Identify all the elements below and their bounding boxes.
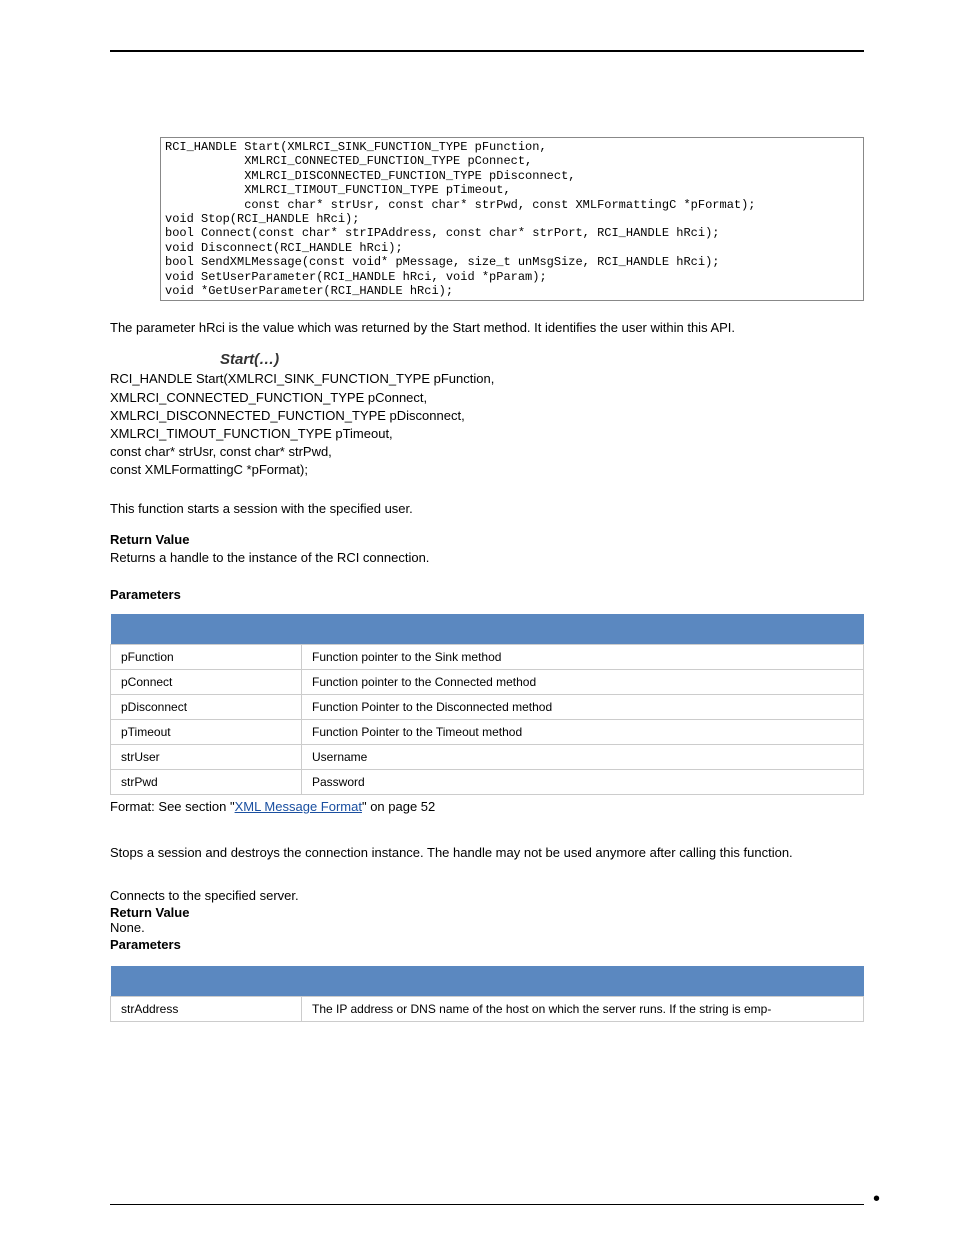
table-row: pFunction Function pointer to the Sink m… bbox=[111, 644, 864, 669]
format-pre: Format: See section " bbox=[110, 799, 235, 814]
format-post: " on page 52 bbox=[362, 799, 435, 814]
param-desc: Function Pointer to the Disconnected met… bbox=[302, 694, 864, 719]
table-header-row bbox=[111, 966, 864, 997]
format-note: Format: See section "XML Message Format"… bbox=[110, 799, 864, 814]
param-name: pDisconnect bbox=[111, 694, 302, 719]
code-block: RCI_HANDLE Start(XMLRCI_SINK_FUNCTION_TY… bbox=[160, 137, 864, 301]
xml-format-link[interactable]: XML Message Format bbox=[235, 799, 362, 814]
connect-params-label: Parameters bbox=[110, 937, 864, 952]
param-name: strAddress bbox=[111, 997, 302, 1022]
table-row: pConnect Function pointer to the Connect… bbox=[111, 669, 864, 694]
param-desc: Password bbox=[302, 769, 864, 794]
connect-description: Connects to the specified server. bbox=[110, 888, 864, 903]
param-name: strPwd bbox=[111, 769, 302, 794]
table-row: strPwd Password bbox=[111, 769, 864, 794]
param-desc: The IP address or DNS name of the host o… bbox=[302, 997, 864, 1022]
start-heading: Start(…) bbox=[220, 351, 864, 368]
connect-params-table: strAddress The IP address or DNS name of… bbox=[110, 966, 864, 1022]
start-params-table: pFunction Function pointer to the Sink m… bbox=[110, 614, 864, 795]
stop-description: Stops a session and destroys the connect… bbox=[110, 844, 864, 862]
header-rule bbox=[110, 50, 864, 52]
table-header-row bbox=[111, 614, 864, 645]
connect-return-label: Return Value bbox=[110, 905, 864, 920]
document-page: RCI_HANDLE Start(XMLRCI_SINK_FUNCTION_TY… bbox=[0, 0, 954, 1235]
start-signature: RCI_HANDLE Start(XMLRCI_SINK_FUNCTION_TY… bbox=[110, 370, 864, 479]
param-name: pFunction bbox=[111, 644, 302, 669]
table-row: strAddress The IP address or DNS name of… bbox=[111, 997, 864, 1022]
param-name: pConnect bbox=[111, 669, 302, 694]
return-value-label: Return Value bbox=[110, 532, 864, 547]
table-row: strUser Username bbox=[111, 744, 864, 769]
parameters-label: Parameters bbox=[110, 587, 864, 602]
param-desc: Username bbox=[302, 744, 864, 769]
table-row: pTimeout Function Pointer to the Timeout… bbox=[111, 719, 864, 744]
param-desc: Function Pointer to the Timeout method bbox=[302, 719, 864, 744]
return-value-text: Returns a handle to the instance of the … bbox=[110, 549, 864, 567]
connect-return-text: None. bbox=[110, 920, 864, 935]
footer-rule bbox=[110, 1204, 864, 1205]
param-name: strUser bbox=[111, 744, 302, 769]
param-name: pTimeout bbox=[111, 719, 302, 744]
start-description: This function starts a session with the … bbox=[110, 500, 864, 518]
footer-bullet-icon: • bbox=[873, 1189, 880, 1209]
intro-paragraph: The parameter hRci is the value which wa… bbox=[110, 319, 864, 337]
param-desc: Function pointer to the Connected method bbox=[302, 669, 864, 694]
param-desc: Function pointer to the Sink method bbox=[302, 644, 864, 669]
table-row: pDisconnect Function Pointer to the Disc… bbox=[111, 694, 864, 719]
